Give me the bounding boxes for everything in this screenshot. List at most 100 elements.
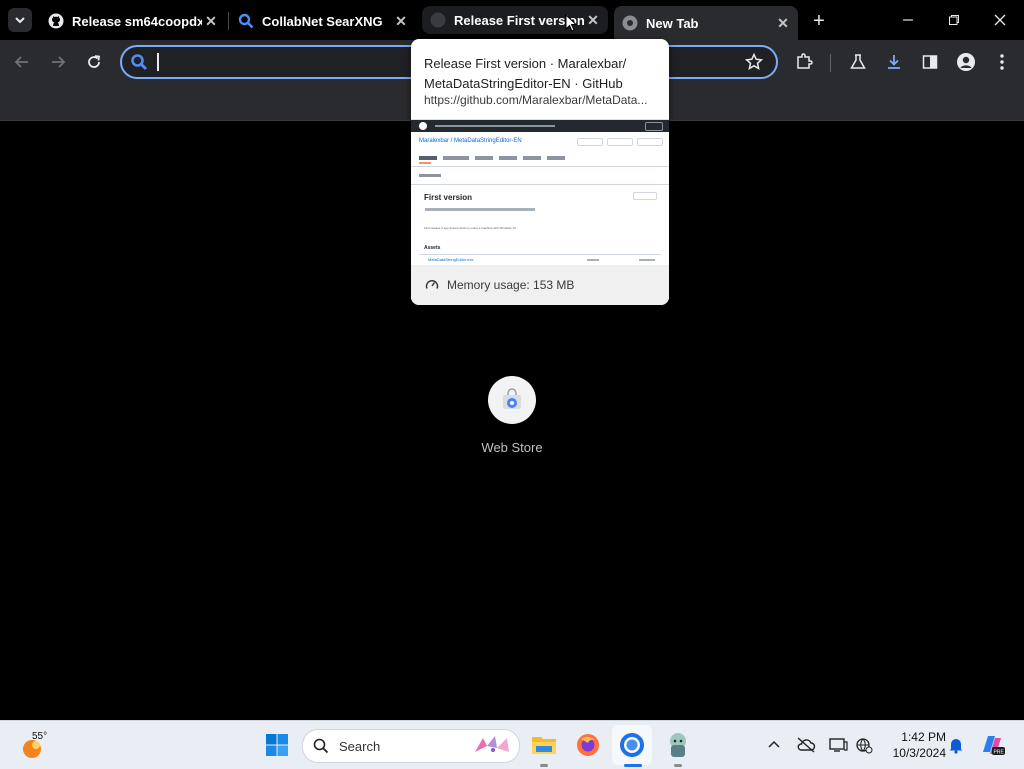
- chrome-icon: [620, 733, 644, 757]
- chevron-up-icon: [768, 740, 780, 748]
- close-icon[interactable]: ✕: [774, 14, 792, 32]
- onedrive-tray[interactable]: [790, 729, 822, 761]
- shortcut-tile: [488, 376, 536, 424]
- anime-character-icon: [670, 733, 686, 757]
- pre-badge-text: PRE: [994, 750, 1005, 756]
- restore-button[interactable]: [942, 8, 966, 32]
- preview-tabs: [419, 156, 569, 161]
- tab-new-tab[interactable]: New Tab ✕: [614, 6, 798, 40]
- clock-date: 10/3/2024: [892, 746, 946, 760]
- toolbar-divider: [830, 54, 831, 72]
- taskbar-search[interactable]: Search: [302, 729, 520, 763]
- running-indicator: [674, 764, 682, 767]
- side-panel-icon: [922, 55, 938, 69]
- search-icon: [131, 54, 147, 70]
- running-indicator: [540, 764, 548, 767]
- copilot-icon: PRE: [983, 736, 1005, 756]
- puzzle-icon: [797, 53, 813, 69]
- taskbar-app[interactable]: [662, 729, 694, 761]
- tab-release-first-version[interactable]: Release First version ✕: [422, 6, 608, 34]
- github-icon: [48, 13, 64, 29]
- weather-widget[interactable]: 55°: [20, 731, 60, 761]
- github-icon: [430, 12, 446, 28]
- preview-header: [411, 120, 669, 132]
- arrow-right-icon: [52, 56, 66, 68]
- start-button[interactable]: [261, 729, 293, 761]
- close-icon[interactable]: ✕: [202, 12, 220, 30]
- search-highlight-icon: [475, 736, 509, 752]
- menu-button[interactable]: [990, 50, 1014, 74]
- gauge-icon: [425, 279, 439, 289]
- preview-assets-label: Assets: [424, 245, 441, 251]
- taskbar-search-label: Search: [339, 738, 381, 754]
- hover-card-preview: Maralexbar / MetaDataStringEditor-EN Fir…: [411, 119, 669, 266]
- forward-button[interactable]: [46, 50, 70, 74]
- preview-repo: Maralexbar / MetaDataStringEditor-EN: [419, 138, 522, 144]
- taskbar-firefox[interactable]: [572, 729, 604, 761]
- labs-button[interactable]: [846, 50, 870, 74]
- monitor-icon: [829, 738, 848, 752]
- flask-icon: [850, 54, 866, 69]
- bookmark-star-button[interactable]: [742, 50, 766, 74]
- clock[interactable]: 1:42 PM 10/3/2024: [880, 729, 946, 761]
- close-window-button[interactable]: [988, 8, 1012, 32]
- extensions-button[interactable]: [792, 50, 816, 74]
- preview-release-title: First version: [424, 193, 473, 202]
- close-icon[interactable]: ✕: [584, 11, 602, 29]
- network-tray[interactable]: [848, 729, 880, 761]
- tab-search-button[interactable]: [8, 8, 32, 32]
- back-button[interactable]: [10, 50, 34, 74]
- avatar-icon: [957, 53, 975, 71]
- arrow-left-icon: [14, 56, 28, 68]
- chrome-icon: [622, 15, 638, 31]
- hover-card-title: Release First version · Maralexbar/ Meta…: [424, 56, 627, 91]
- reload-button[interactable]: [82, 50, 106, 74]
- bell-icon: [949, 739, 963, 754]
- preview-body: First release if app doesnt work try usi…: [424, 226, 516, 230]
- tab-strip: Release sm64coopdx v ✕ CollabNet SearXNG…: [0, 0, 1024, 40]
- tab-title: Release sm64coopdx v: [72, 13, 202, 29]
- notifications-button[interactable]: [940, 729, 972, 761]
- shortcut-label: Web Store: [481, 440, 543, 455]
- cloud-off-icon: [797, 737, 816, 753]
- taskbar-chrome[interactable]: [616, 729, 648, 761]
- downloads-button[interactable]: [882, 50, 906, 74]
- shortcut-web-store[interactable]: Web Store: [472, 376, 552, 455]
- minimize-button[interactable]: [896, 8, 920, 32]
- clock-time: 1:42 PM: [901, 730, 946, 744]
- search-icon: [238, 13, 254, 29]
- tab-separator: [228, 12, 229, 30]
- taskbar-file-explorer[interactable]: [528, 729, 560, 761]
- mouse-cursor-icon: [565, 14, 577, 32]
- restore-icon: [949, 15, 959, 25]
- tab-title: New Tab: [646, 15, 699, 31]
- chevron-down-icon: [15, 17, 25, 24]
- tab-hover-card: Release First version · Maralexbar/ Meta…: [411, 39, 669, 305]
- folder-icon: [532, 737, 556, 754]
- search-icon: [313, 738, 329, 754]
- memory-usage-label: Memory usage: 153 MB: [447, 278, 575, 292]
- reload-icon: [88, 55, 101, 68]
- tab-collabnet-searxng[interactable]: CollabNet SearXNG ✕: [230, 6, 416, 36]
- close-icon: [994, 14, 1006, 26]
- profile-button[interactable]: [954, 50, 978, 74]
- taskbar: 55° Search 1:42 PM 10/3/2024 PRE: [0, 720, 1024, 769]
- active-indicator: [624, 764, 642, 767]
- globe-no-internet-icon: [856, 738, 873, 754]
- minimize-icon: [903, 19, 913, 21]
- hover-card-memory: Memory usage: 153 MB: [411, 265, 669, 305]
- web-store-icon: [503, 388, 521, 409]
- close-icon[interactable]: ✕: [392, 12, 410, 30]
- copilot-button[interactable]: PRE: [976, 729, 1008, 761]
- show-hidden-icons-button[interactable]: [758, 729, 790, 761]
- side-panel-button[interactable]: [918, 50, 942, 74]
- firefox-icon: [577, 734, 599, 756]
- github-icon: [419, 122, 427, 130]
- windows-logo-icon: [266, 734, 288, 756]
- weather-temp: 55°: [32, 731, 48, 742]
- tab-release-sm64coopdx[interactable]: Release sm64coopdx v ✕: [40, 6, 226, 36]
- preview-asset-name: MetaDataStringEditor.exe: [428, 257, 474, 262]
- hover-card-url: https://github.com/Maralexbar/MetaData..…: [424, 93, 648, 107]
- kebab-menu-icon: [1000, 54, 1004, 70]
- new-tab-button[interactable]: +: [808, 10, 830, 32]
